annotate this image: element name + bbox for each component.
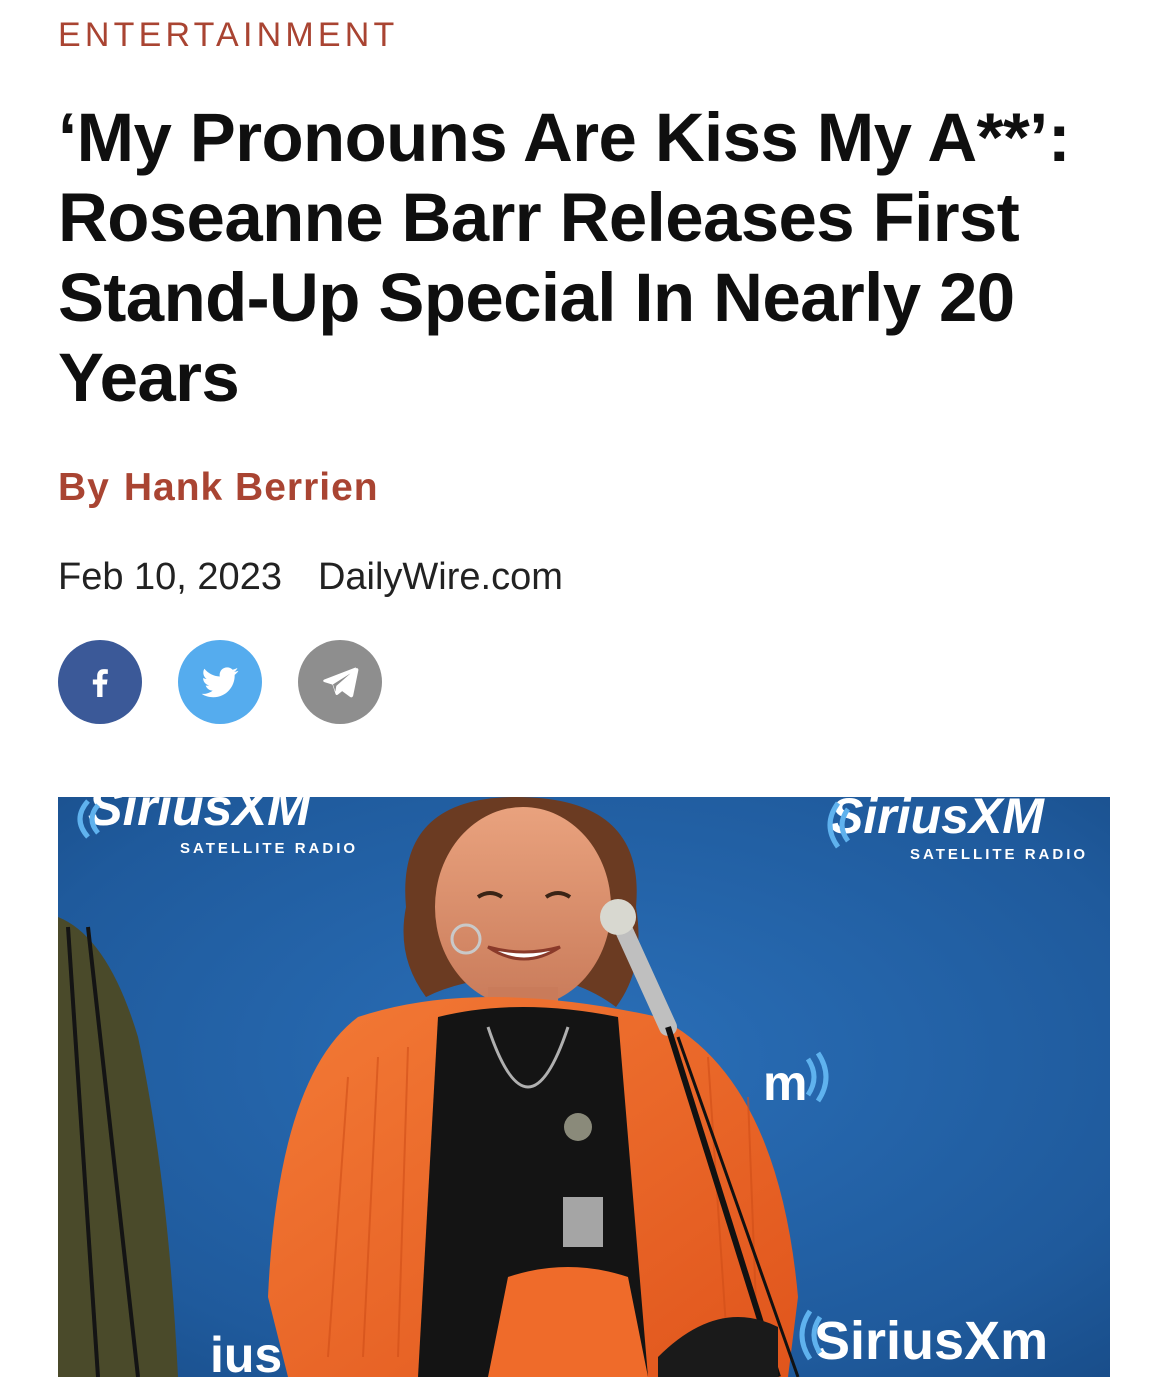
backdrop-logo-left: SiriusXM [88, 797, 312, 837]
article-headline: ‘My Pronouns Are Kiss My A**’: Roseanne … [58, 99, 1071, 416]
backdrop-fragment-mid: m [763, 1055, 807, 1111]
paper-plane-icon [323, 667, 359, 698]
byline: By Hank Berrien [58, 466, 379, 510]
share-bar [58, 640, 382, 724]
orange-bag [488, 1267, 648, 1377]
pendant [564, 1113, 592, 1141]
facebook-icon [92, 669, 108, 697]
backdrop-fragment-bottom-left: ius [210, 1327, 282, 1377]
hero-photo: SiriusXM SATELLITE RADIO SiriusXM SATELL… [58, 797, 1110, 1377]
face [435, 807, 611, 1007]
backdrop-sub-left: SATELLITE RADIO [180, 840, 358, 857]
byline-prefix: By [58, 466, 110, 509]
share-twitter-button[interactable] [178, 640, 262, 724]
article-meta: Feb 10, 2023 DailyWire.com [58, 556, 563, 599]
backdrop-logo-bottom: SiriusXm [814, 1311, 1048, 1371]
author-link[interactable]: Hank Berrien [124, 466, 379, 509]
category-link[interactable]: ENTERTAINMENT [58, 16, 398, 55]
backdrop-logo-right: SiriusXM [830, 797, 1045, 844]
publish-date: Feb 10, 2023 [58, 556, 282, 598]
share-telegram-button[interactable] [298, 640, 382, 724]
hero-image[interactable]: SiriusXM SATELLITE RADIO SiriusXM SATELL… [58, 797, 1110, 1377]
backdrop-sub-right: SATELLITE RADIO [910, 846, 1088, 863]
share-facebook-button[interactable] [58, 640, 142, 724]
twitter-bird-icon [201, 667, 239, 698]
source-label: DailyWire.com [317, 556, 563, 598]
